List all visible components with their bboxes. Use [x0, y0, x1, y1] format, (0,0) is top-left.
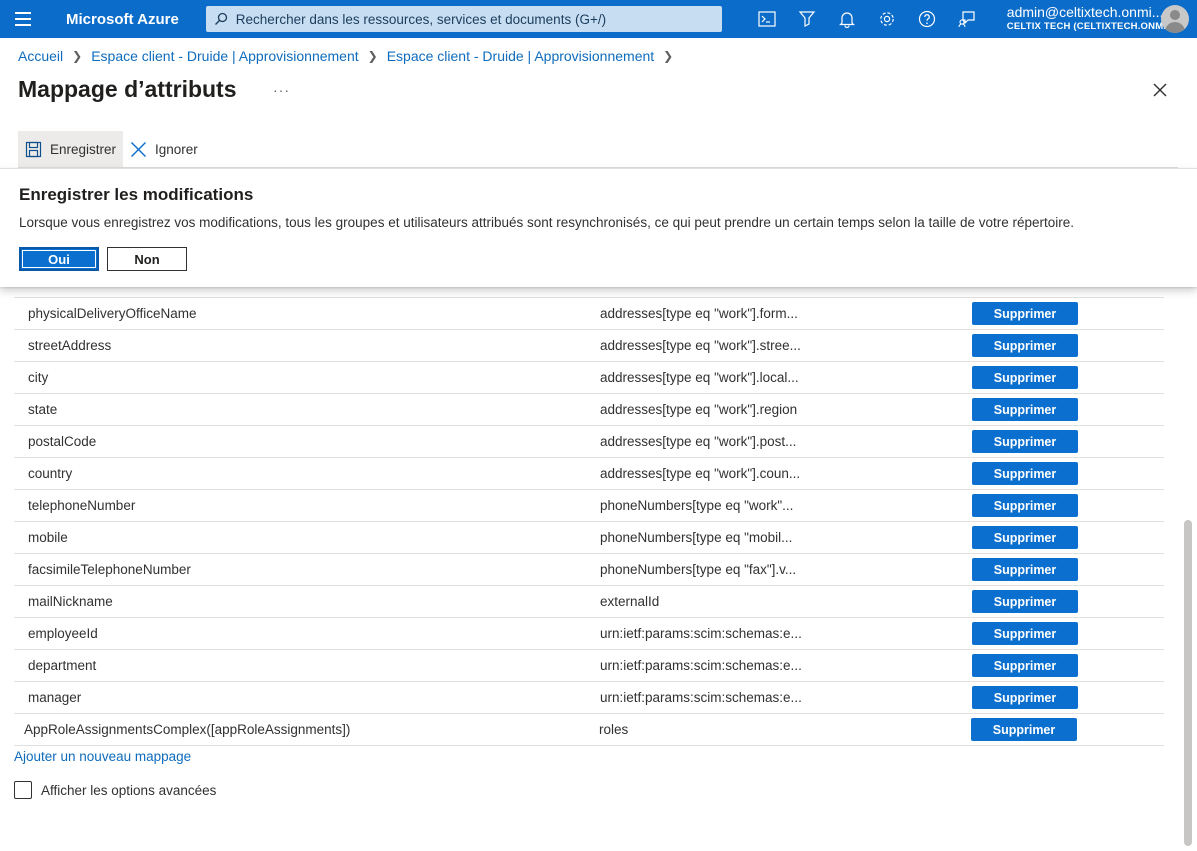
source-attribute: postalCode	[28, 434, 97, 449]
table-row: country addresses[type eq "work"].coun...…	[14, 458, 1164, 490]
feedback-icon[interactable]	[947, 0, 987, 38]
save-icon	[25, 141, 42, 157]
target-attribute: addresses[type eq "work"].region	[600, 402, 798, 417]
source-attribute: employeeId	[28, 626, 98, 641]
top-bar: Microsoft Azure Rechercher dans les ress…	[0, 0, 1197, 38]
help-icon[interactable]	[907, 0, 947, 38]
table-row: mailNickname externalId Supprimer	[14, 586, 1164, 618]
command-bar: Enregistrer Ignorer	[18, 131, 205, 167]
source-attribute: country	[28, 466, 73, 481]
notifications-icon[interactable]	[827, 0, 867, 38]
target-attribute: phoneNumbers[type eq "work"...	[600, 498, 794, 513]
avatar[interactable]	[1161, 5, 1189, 33]
breadcrumb-home[interactable]: Accueil	[18, 48, 63, 64]
dialog-message: Lorsque vous enregistrez vos modificatio…	[19, 215, 1075, 230]
source-attribute: state	[28, 402, 58, 417]
source-attribute: AppRoleAssignmentsComplex([appRoleAssign…	[24, 722, 351, 737]
search-input[interactable]: Rechercher dans les ressources, services…	[205, 6, 722, 32]
delete-button[interactable]: Supprimer	[972, 494, 1078, 517]
target-attribute: addresses[type eq "work"].local...	[600, 370, 799, 385]
advanced-options-label: Afficher les options avancées	[41, 782, 217, 798]
table-row: facsimileTelephoneNumber phoneNumbers[typ…	[14, 554, 1164, 586]
delete-button[interactable]: Supprimer	[972, 622, 1078, 645]
table-row: manager urn:ietf:params:scim:schemas:e...…	[14, 682, 1164, 714]
delete-button[interactable]: Supprimer	[972, 558, 1078, 581]
target-attribute: phoneNumbers[type eq "fax"].v...	[600, 562, 797, 577]
target-attribute: addresses[type eq "work"].post...	[600, 434, 797, 449]
close-icon[interactable]	[1152, 82, 1168, 103]
delete-button[interactable]: Supprimer	[972, 398, 1078, 421]
table-row: employeeId urn:ietf:params:scim:schemas:e…	[14, 618, 1164, 650]
chevron-right-icon: ❯	[663, 49, 674, 63]
table-row: streetAddress addresses[type eq "work"].s…	[14, 330, 1164, 362]
target-attribute: addresses[type eq "work"].form...	[600, 306, 798, 321]
delete-button[interactable]: Supprimer	[972, 430, 1078, 453]
table-row: mobile phoneNumbers[type eq "mobil... Supp…	[14, 522, 1164, 554]
breadcrumb-provisioning-1[interactable]: Espace client - Druide | Approvisionneme…	[91, 48, 358, 64]
breadcrumb: Accueil ❯ Espace client - Druide | Appro…	[18, 48, 682, 64]
search-icon	[214, 12, 227, 25]
delete-button[interactable]: Supprimer	[972, 526, 1078, 549]
table-row: postalCode addresses[type eq "work"].post…	[14, 426, 1164, 458]
cloud-shell-icon[interactable]	[747, 0, 787, 38]
table-row: physicalDeliveryOfficeName addresses[type…	[14, 298, 1164, 330]
delete-button[interactable]: Supprimer	[971, 718, 1077, 741]
source-attribute: manager	[28, 690, 82, 705]
table-row: telephoneNumber phoneNumbers[type eq "wor…	[14, 490, 1164, 522]
yes-button[interactable]: Oui	[19, 247, 99, 271]
delete-button[interactable]: Supprimer	[972, 686, 1078, 709]
delete-button[interactable]: Supprimer	[972, 334, 1078, 357]
discard-label: Ignorer	[155, 141, 198, 157]
account-tenant: CELTIX TECH (CELTIXTECH.ONM...	[1006, 21, 1172, 33]
source-attribute: city	[28, 370, 49, 385]
breadcrumb-provisioning-2[interactable]: Espace client - Druide | Approvisionneme…	[387, 48, 654, 64]
target-attribute: addresses[type eq "work"].coun...	[600, 466, 801, 481]
table-row: AppRoleAssignmentsComplex([appRoleAssign…	[14, 714, 1164, 746]
discard-button[interactable]: Ignorer	[123, 131, 205, 167]
add-mapping-link[interactable]: Ajouter un nouveau mappage	[14, 749, 191, 764]
vertical-scrollbar[interactable]	[1184, 520, 1192, 846]
account-email: admin@celtixtech.onmi...	[1006, 4, 1164, 21]
settings-icon[interactable]	[867, 0, 907, 38]
dialog-title: Enregistrer les modifications	[19, 185, 254, 204]
delete-button[interactable]: Supprimer	[972, 590, 1078, 613]
target-attribute: urn:ietf:params:scim:schemas:e...	[600, 626, 802, 641]
source-attribute: telephoneNumber	[28, 498, 136, 513]
account-info[interactable]: admin@celtixtech.onmi... CELTIX TECH (CE…	[1006, 4, 1172, 33]
chevron-right-icon: ❯	[72, 49, 83, 63]
delete-button[interactable]: Supprimer	[972, 462, 1078, 485]
more-options-icon[interactable]: ···	[273, 82, 290, 98]
source-attribute: physicalDeliveryOfficeName	[28, 306, 197, 321]
chevron-right-icon: ❯	[367, 49, 378, 63]
delete-button[interactable]: Supprimer	[972, 366, 1078, 389]
discard-icon	[131, 141, 147, 157]
save-changes-dialog: Enregistrer les modifications Lorsque vo…	[0, 168, 1197, 287]
search-placeholder: Rechercher dans les ressources, services…	[235, 11, 607, 27]
target-attribute: roles	[599, 722, 629, 737]
target-attribute: urn:ietf:params:scim:schemas:e...	[600, 658, 802, 673]
delete-button[interactable]: Supprimer	[972, 302, 1078, 325]
no-button[interactable]: Non	[107, 247, 187, 271]
target-attribute: addresses[type eq "work"].stree...	[600, 338, 801, 353]
advanced-options-checkbox[interactable]	[14, 781, 32, 799]
source-attribute: streetAddress	[28, 338, 112, 353]
advanced-options: Afficher les options avancées	[14, 781, 216, 799]
source-attribute: department	[28, 658, 97, 673]
menu-icon[interactable]	[0, 0, 46, 38]
source-attribute: facsimileTelephoneNumber	[28, 562, 191, 577]
target-attribute: urn:ietf:params:scim:schemas:e...	[600, 690, 802, 705]
save-label: Enregistrer	[50, 141, 117, 157]
target-attribute: externalId	[600, 594, 660, 609]
directory-filter-icon[interactable]	[787, 0, 827, 38]
target-attribute: phoneNumbers[type eq "mobil...	[600, 530, 793, 545]
save-button[interactable]: Enregistrer	[18, 131, 124, 167]
delete-button[interactable]: Supprimer	[972, 654, 1078, 677]
table-row: department urn:ietf:params:scim:schemas:e…	[14, 650, 1164, 682]
table-row: city addresses[type eq "work"].local... Su…	[14, 362, 1164, 394]
source-attribute: mailNickname	[28, 594, 113, 609]
page-title: Mappage d’attributs	[18, 76, 237, 102]
source-attribute: mobile	[28, 530, 68, 545]
brand-title[interactable]: Microsoft Azure	[66, 11, 179, 28]
table-row: state addresses[type eq "work"].region Sup…	[14, 394, 1164, 426]
